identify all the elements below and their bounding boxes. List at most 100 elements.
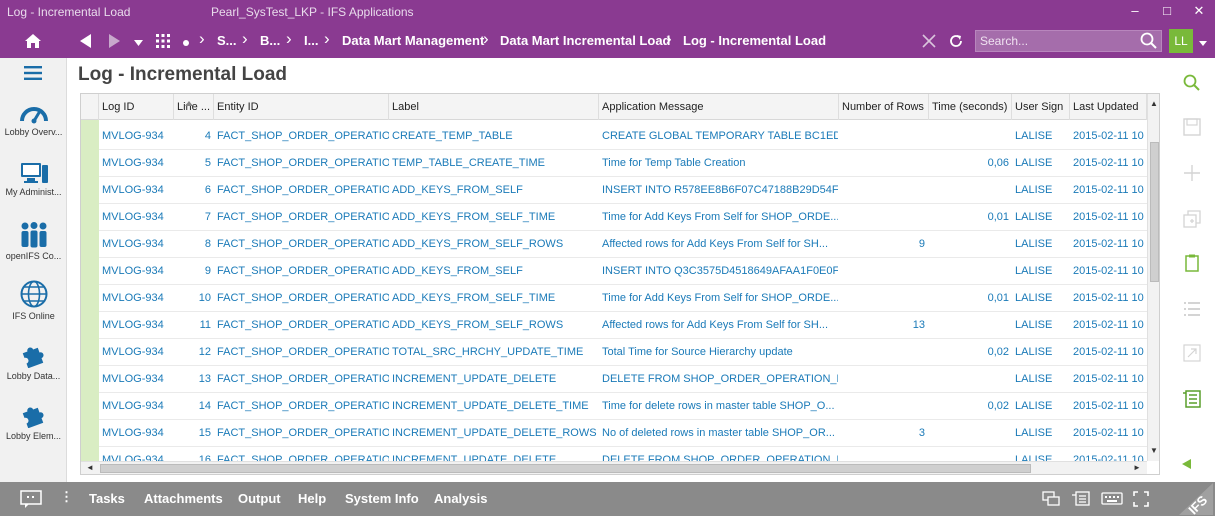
cell-log-id[interactable]: MVLOG-934: [102, 177, 174, 204]
history-dropdown-icon[interactable]: [130, 24, 146, 58]
cell-line-no[interactable]: 5: [174, 150, 211, 177]
resize-icon[interactable]: [1183, 344, 1201, 362]
cell-time-seconds[interactable]: [929, 231, 1009, 258]
column-header-log-id[interactable]: Log ID: [99, 94, 174, 120]
vertical-scrollbar[interactable]: ▲ ▼: [1147, 94, 1159, 461]
cell-label[interactable]: ADD_KEYS_FROM_SELF_TIME: [392, 285, 597, 312]
search-icon[interactable]: [1140, 32, 1158, 53]
cell-label[interactable]: INCREMENT_UPDATE_DELETE_TIME: [392, 393, 597, 420]
search-input[interactable]: [980, 33, 1130, 49]
minimize-button[interactable]: –: [1124, 2, 1146, 20]
cell-application-message[interactable]: CREATE GLOBAL TEMPORARY TABLE BC1ED...: [602, 123, 838, 150]
cell-user-sign[interactable]: LALISE: [1015, 393, 1070, 420]
cell-entity-id[interactable]: FACT_SHOP_ORDER_OPERATION: [217, 231, 389, 258]
cell-line-no[interactable]: 8: [174, 231, 211, 258]
bottom-tab-help[interactable]: Help: [298, 491, 326, 506]
scroll-down-arrow-icon[interactable]: ▼: [1150, 446, 1158, 455]
cell-time-seconds[interactable]: [929, 258, 1009, 285]
cell-line-no[interactable]: 15: [174, 420, 211, 447]
cell-user-sign[interactable]: LALISE: [1015, 420, 1070, 447]
cell-user-sign[interactable]: LALISE: [1015, 231, 1070, 258]
cell-label[interactable]: INCREMENT_UPDATE_DELETE: [392, 366, 597, 393]
apps-grid-icon[interactable]: [154, 24, 172, 58]
bottom-tab-analysis[interactable]: Analysis: [434, 491, 487, 506]
scroll-right-arrow-icon[interactable]: ►: [1133, 463, 1141, 472]
fullscreen-icon[interactable]: [1133, 491, 1149, 510]
cell-last-updated[interactable]: 2015-02-11 10: [1073, 420, 1147, 447]
cell-time-seconds[interactable]: [929, 312, 1009, 339]
save-icon[interactable]: [1183, 118, 1201, 136]
cell-line-no[interactable]: 11: [174, 312, 211, 339]
cell-last-updated[interactable]: 2015-02-11 10: [1073, 366, 1147, 393]
duplicate-icon[interactable]: [1183, 210, 1201, 228]
horizontal-scrollbar[interactable]: ◄ ►: [81, 461, 1147, 474]
table-row[interactable]: MVLOG-934 10 FACT_SHOP_ORDER_OPERATION ADD_…: [99, 285, 1147, 312]
collapse-panel-icon[interactable]: [1181, 458, 1191, 472]
cell-number-of-rows[interactable]: [839, 123, 925, 150]
cell-time-seconds[interactable]: [929, 177, 1009, 204]
cell-entity-id[interactable]: FACT_SHOP_ORDER_OPERATION: [217, 204, 389, 231]
document-list-icon[interactable]: [1183, 390, 1201, 408]
cell-log-id[interactable]: MVLOG-934: [102, 366, 174, 393]
table-row[interactable]: MVLOG-934 4 FACT_SHOP_ORDER_OPERATION CREAT…: [99, 123, 1147, 150]
home-icon[interactable]: [20, 24, 46, 58]
cell-last-updated[interactable]: 2015-02-11 10: [1073, 204, 1147, 231]
row-selector-header[interactable]: [81, 94, 99, 120]
cell-time-seconds[interactable]: 0,01: [929, 285, 1009, 312]
cell-label[interactable]: ADD_KEYS_FROM_SELF: [392, 258, 597, 285]
cell-user-sign[interactable]: LALISE: [1015, 285, 1070, 312]
cell-line-no[interactable]: 13: [174, 366, 211, 393]
scroll-up-arrow-icon[interactable]: ▲: [1150, 99, 1158, 108]
cell-time-seconds[interactable]: 0,02: [929, 393, 1009, 420]
cell-application-message[interactable]: Time for delete rows in master table SHO…: [602, 393, 838, 420]
horizontal-scroll-thumb[interactable]: [100, 464, 1031, 473]
cell-last-updated[interactable]: 2015-02-11 10: [1073, 393, 1147, 420]
cell-entity-id[interactable]: FACT_SHOP_ORDER_OPERATION: [217, 312, 389, 339]
cell-last-updated[interactable]: 2015-02-11 10: [1073, 123, 1147, 150]
column-header-number-of-rows[interactable]: Number of Rows: [839, 94, 929, 120]
cell-last-updated[interactable]: 2015-02-11 10: [1073, 285, 1147, 312]
cell-log-id[interactable]: MVLOG-934: [102, 393, 174, 420]
cell-user-sign[interactable]: LALISE: [1015, 339, 1070, 366]
cell-application-message[interactable]: Time for Temp Table Creation: [602, 150, 838, 177]
table-row[interactable]: MVLOG-934 13 FACT_SHOP_ORDER_OPERATION INCR…: [99, 366, 1147, 393]
user-menu-dropdown-icon[interactable]: [1196, 24, 1210, 58]
cell-last-updated[interactable]: 2015-02-11 10: [1073, 312, 1147, 339]
cell-label[interactable]: ADD_KEYS_FROM_SELF_TIME: [392, 204, 597, 231]
cell-entity-id[interactable]: FACT_SHOP_ORDER_OPERATION: [217, 393, 389, 420]
sidebar-item-lobby-elements[interactable]: Lobby Elem...: [0, 402, 67, 441]
cell-number-of-rows[interactable]: 9: [839, 231, 925, 258]
cell-last-updated[interactable]: 2015-02-11 10: [1073, 339, 1147, 366]
table-row[interactable]: MVLOG-934 8 FACT_SHOP_ORDER_OPERATION ADD_K…: [99, 231, 1147, 258]
cell-label[interactable]: ADD_KEYS_FROM_SELF: [392, 177, 597, 204]
search-icon[interactable]: [1183, 74, 1201, 92]
vertical-scroll-thumb[interactable]: [1150, 142, 1159, 282]
cell-number-of-rows[interactable]: [839, 285, 925, 312]
cell-number-of-rows[interactable]: [839, 177, 925, 204]
list-icon[interactable]: [1183, 300, 1201, 318]
cell-line-no[interactable]: 4: [174, 123, 211, 150]
forward-arrow-icon[interactable]: [104, 24, 124, 58]
cell-last-updated[interactable]: 2015-02-11 10: [1073, 258, 1147, 285]
cell-label[interactable]: ADD_KEYS_FROM_SELF_ROWS: [392, 231, 597, 258]
cell-application-message[interactable]: Time for Add Keys From Self for SHOP_ORD…: [602, 204, 838, 231]
bottom-tab-output[interactable]: Output: [238, 491, 281, 506]
add-icon[interactable]: [1183, 164, 1201, 182]
cell-log-id[interactable]: MVLOG-934: [102, 339, 174, 366]
table-row[interactable]: MVLOG-934 15 FACT_SHOP_ORDER_OPERATION INCR…: [99, 420, 1147, 447]
cell-entity-id[interactable]: FACT_SHOP_ORDER_OPERATION: [217, 366, 389, 393]
cell-entity-id[interactable]: FACT_SHOP_ORDER_OPERATION: [217, 123, 389, 150]
scroll-left-arrow-icon[interactable]: ◄: [86, 463, 94, 472]
refresh-icon[interactable]: [945, 24, 967, 58]
cell-application-message[interactable]: Time for Add Keys From Self for SHOP_ORD…: [602, 285, 838, 312]
cell-application-message[interactable]: DELETE FROM SHOP_ORDER_OPERATION_M...: [602, 366, 838, 393]
cell-last-updated[interactable]: 2015-02-11 10: [1073, 150, 1147, 177]
sidebar-item-my-administration[interactable]: My Administ...: [0, 162, 67, 197]
cell-time-seconds[interactable]: [929, 420, 1009, 447]
cell-log-id[interactable]: MVLOG-934: [102, 312, 174, 339]
clipboard-icon[interactable]: [1183, 254, 1201, 272]
cell-label[interactable]: INCREMENT_UPDATE_DELETE_ROWS: [392, 420, 597, 447]
cell-time-seconds[interactable]: 0,06: [929, 150, 1009, 177]
hamburger-menu-icon[interactable]: [24, 66, 42, 83]
bottom-tab-system-info[interactable]: System Info: [345, 491, 419, 506]
